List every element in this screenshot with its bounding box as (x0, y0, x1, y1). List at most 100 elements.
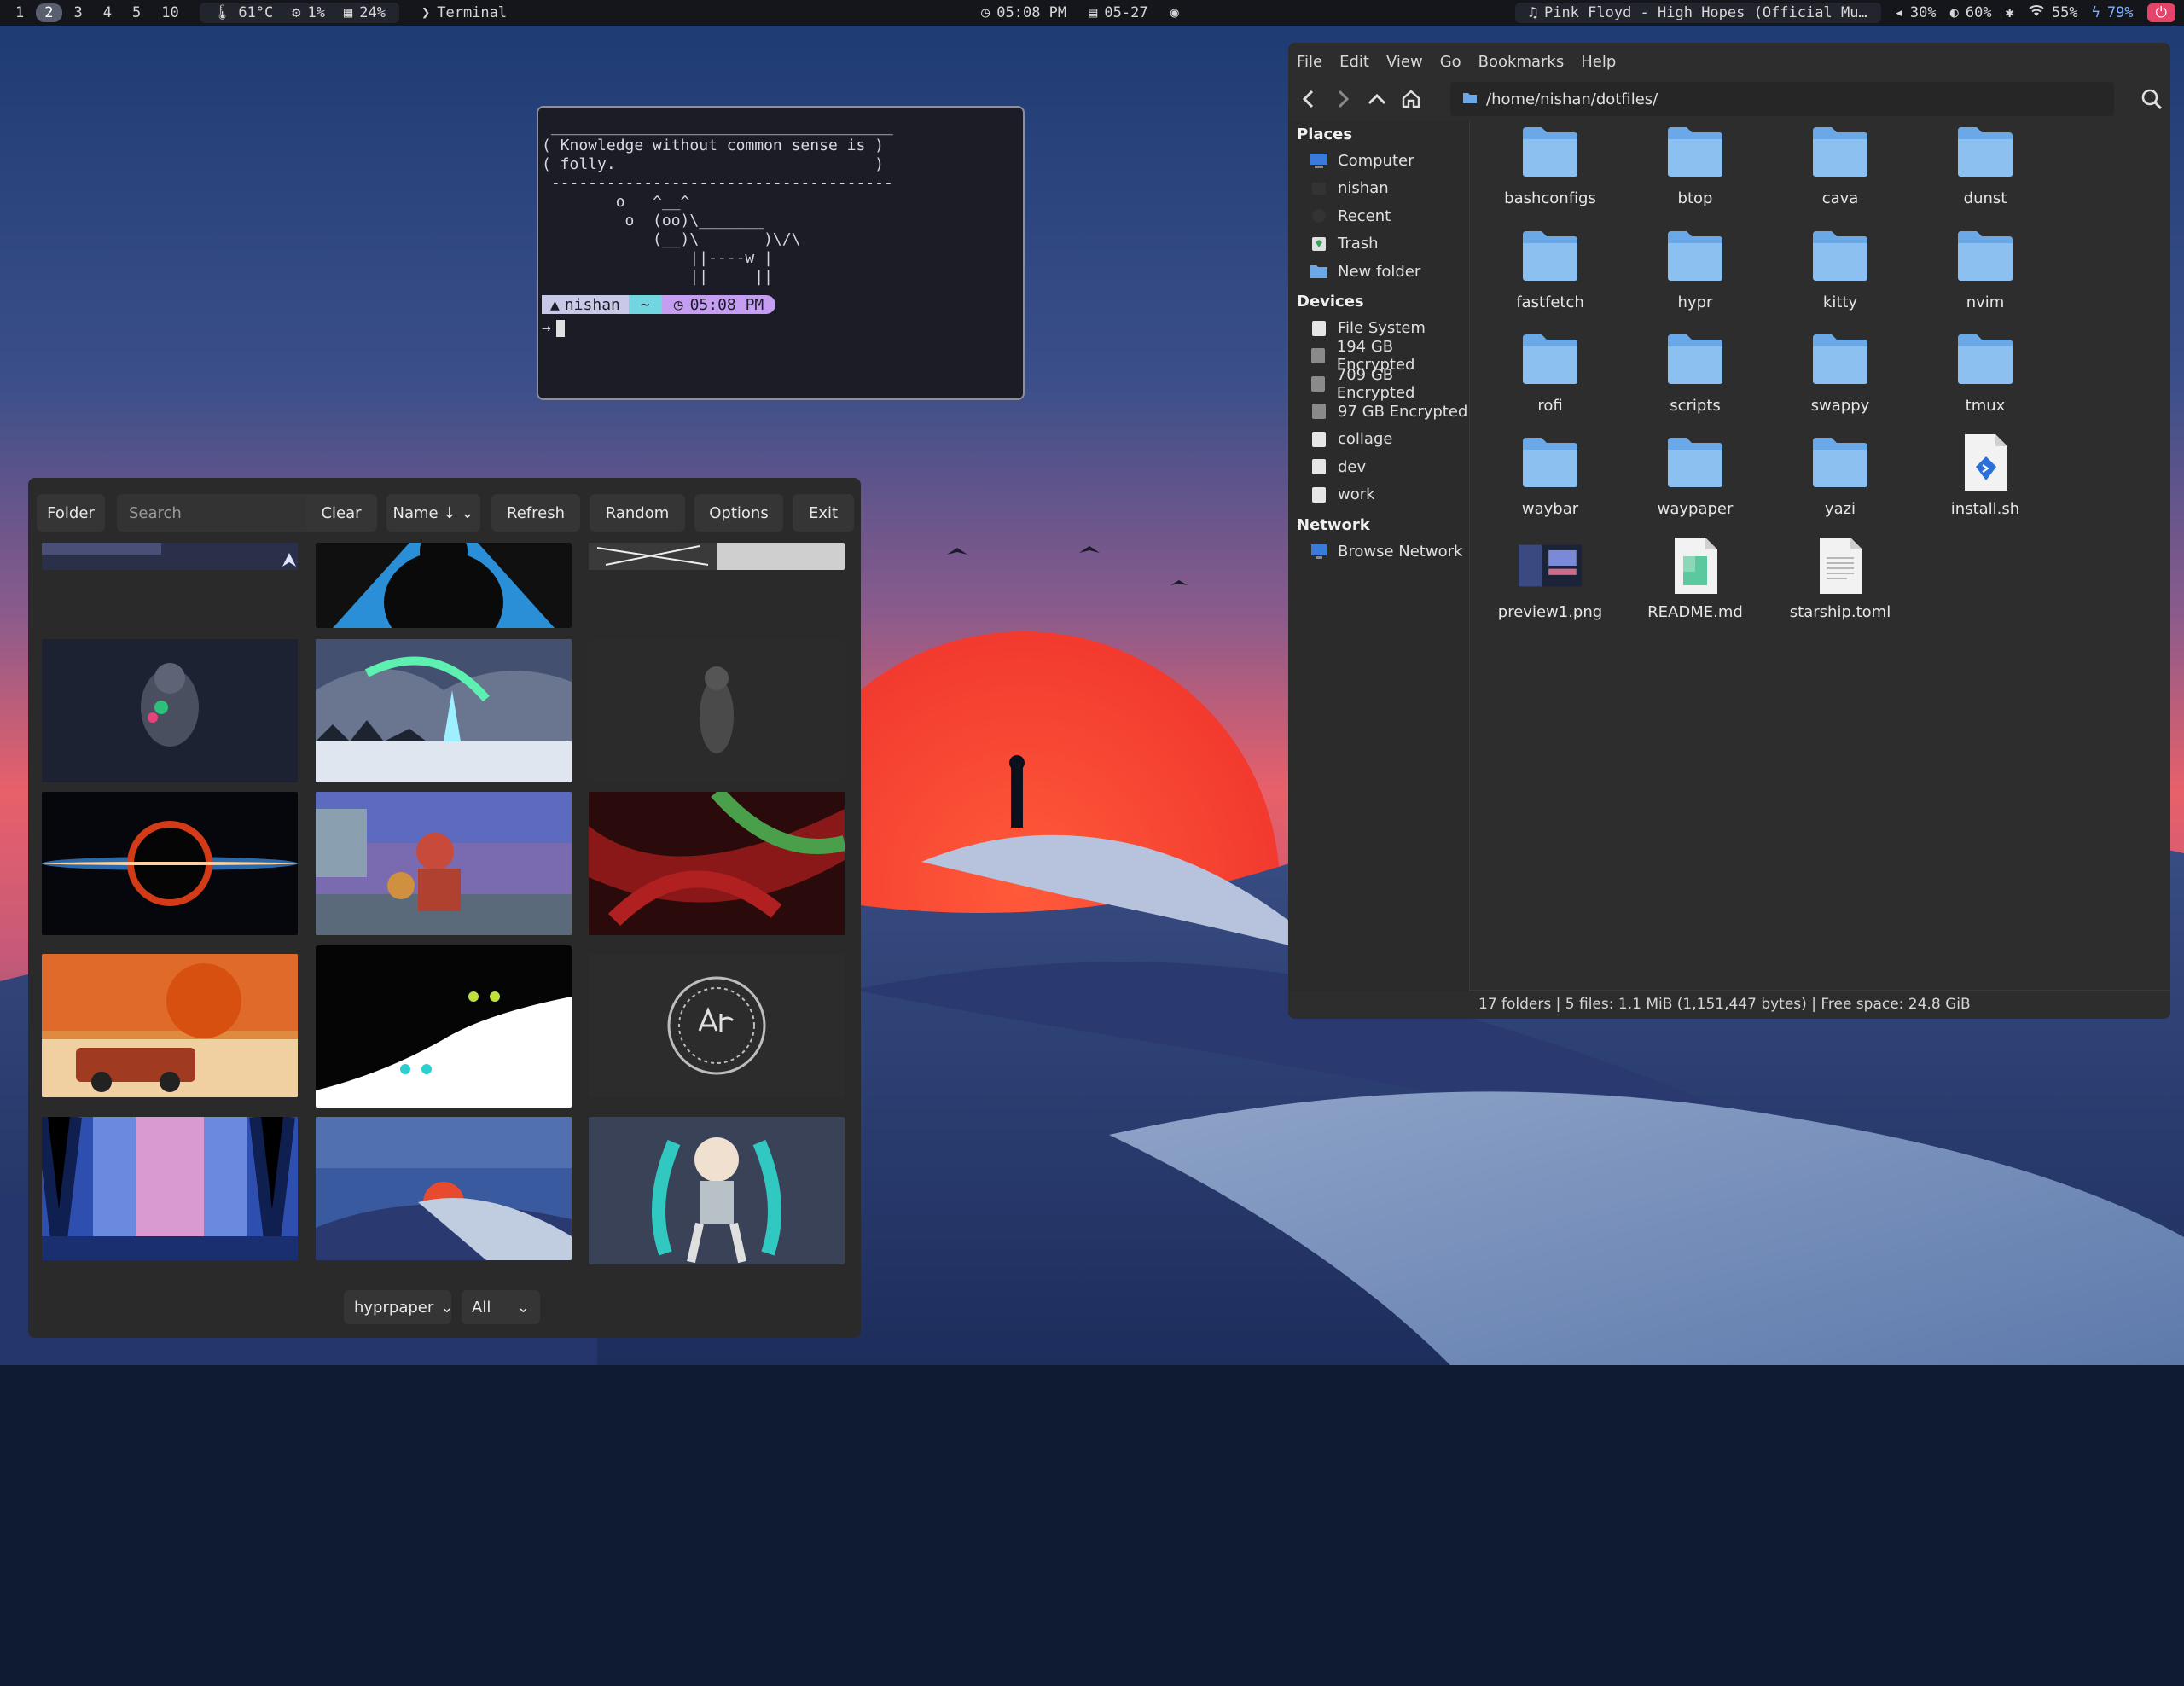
folder-item[interactable]: waybar (1478, 432, 1622, 531)
refresh-button[interactable]: Refresh (491, 494, 580, 532)
wallpaper-thumbnail[interactable] (316, 792, 572, 935)
status-area: ♫ Pink Floyd - High Hopes (Official Mu… … (1514, 3, 2175, 23)
folder-item[interactable]: swappy (1769, 328, 1912, 427)
battery-widget[interactable]: ϟ 79% (2092, 4, 2134, 21)
folder-item[interactable]: btop (1623, 121, 1767, 220)
idle-inhibitor-icon[interactable]: ◉ (1170, 4, 1179, 21)
folder-item[interactable]: cava (1769, 121, 1912, 220)
workspace-3[interactable]: 3 (66, 3, 91, 22)
sidebar-item-label: work (1338, 485, 1375, 504)
up-button[interactable] (1360, 82, 1394, 116)
cowsay-border-bottom: ------------------------------------- (542, 174, 893, 192)
sort-dropdown[interactable]: Name ↓ ⌄ (386, 494, 480, 532)
search-button[interactable] (2136, 84, 2167, 114)
forward-button[interactable] (1326, 82, 1360, 116)
sidebar-item-dev[interactable]: dev (1288, 453, 1469, 481)
sidebar-item-encrypted-709[interactable]: 709 GB Encrypted (1288, 366, 1469, 402)
wifi-icon (2028, 4, 2045, 22)
folder-item[interactable]: bashconfigs (1478, 121, 1622, 220)
folder-item[interactable]: scripts (1623, 328, 1767, 427)
sidebar-item-new-folder[interactable]: New folder (1288, 258, 1469, 286)
wallpaper-thumbnail[interactable] (42, 639, 298, 782)
sidebar-item-nishan[interactable]: nishan (1288, 175, 1469, 203)
wallpaper-thumbnail[interactable] (316, 639, 572, 782)
wallpaper-grid (28, 543, 861, 1686)
media-player[interactable]: ♫ Pink Floyd - High Hopes (Official Mu… (1514, 3, 1881, 23)
menu-view[interactable]: View (1386, 53, 1423, 71)
file-item[interactable]: README.md (1623, 535, 1767, 634)
wallpaper-thumbnail[interactable] (42, 792, 298, 935)
menu-help[interactable]: Help (1581, 53, 1616, 71)
file-name: tmux (1965, 397, 2006, 415)
wallpaper-thumbnail[interactable] (589, 1117, 845, 1264)
command-line[interactable]: → (542, 319, 1019, 337)
shell-script-icon (1953, 432, 2018, 493)
power-button[interactable]: ⏻ (2146, 3, 2175, 22)
back-button[interactable] (1292, 82, 1326, 116)
backend-select[interactable]: hyprpaper ⌄ (344, 1290, 453, 1324)
sidebar-item-recent[interactable]: Recent (1288, 202, 1469, 230)
wallpaper-thumbnail[interactable] (589, 639, 845, 782)
random-button[interactable]: Random (590, 494, 685, 532)
folder-item[interactable]: kitty (1769, 225, 1912, 324)
wallpaper-thumbnail[interactable] (42, 543, 298, 570)
menu-edit[interactable]: Edit (1339, 53, 1369, 71)
location-bar[interactable]: /home/nishan/dotfiles/ (1450, 82, 2114, 116)
workspace-4[interactable]: 4 (95, 3, 120, 22)
menu-go[interactable]: Go (1440, 53, 1461, 71)
folder-item[interactable]: rofi (1478, 328, 1622, 427)
file-name: dunst (1963, 189, 2007, 207)
workspace-10[interactable]: 10 (153, 3, 187, 22)
sidebar-item-trash[interactable]: Trash (1288, 230, 1469, 259)
workspace-1[interactable]: 1 (7, 3, 32, 22)
folder-button[interactable]: Folder (37, 494, 105, 532)
menu-file[interactable]: File (1297, 53, 1322, 71)
home-button[interactable] (1394, 82, 1428, 116)
folder-item[interactable]: yazi (1769, 432, 1912, 531)
clock-widget[interactable]: ◷ 05:08 PM ▤ 05-27 ◉ (981, 4, 1179, 21)
wallpaper-thumbnail[interactable] (42, 954, 298, 1097)
wallpaper-thumbnail[interactable] (589, 543, 845, 570)
sidebar-item-computer[interactable]: Computer (1288, 147, 1469, 175)
volume-widget[interactable]: ◂ 30% (1895, 4, 1937, 21)
prompt-dir: ~ (640, 295, 650, 314)
memory-value: 24% (359, 4, 386, 21)
wallpaper-thumbnail[interactable] (589, 954, 845, 1097)
file-item[interactable]: starship.toml (1769, 535, 1912, 634)
sidebar-item-label: Computer (1338, 151, 1414, 170)
folder-item[interactable]: hypr (1623, 225, 1767, 324)
filter-select[interactable]: All ⌄ (462, 1290, 540, 1324)
sidebar-item-browse-network[interactable]: Browse Network (1288, 538, 1469, 566)
exit-button[interactable]: Exit (793, 494, 854, 532)
folder-item[interactable]: dunst (1914, 121, 2057, 220)
file-item[interactable]: preview1.png (1478, 535, 1622, 634)
folder-item[interactable]: tmux (1914, 328, 2057, 427)
terminal-window[interactable]: _____________________________________ ( … (537, 106, 1025, 400)
calendar-icon: ▤ (1089, 4, 1098, 21)
sidebar-item-encrypted-97[interactable]: 97 GB Encrypted (1288, 398, 1469, 426)
wallpaper-thumbnail[interactable] (42, 1117, 298, 1260)
wallpaper-thumbnail[interactable] (316, 945, 572, 1108)
temperature-widget: 🌡 61°C (213, 4, 274, 21)
folder-item[interactable]: waypaper (1623, 432, 1767, 531)
wallpaper-thumbnail[interactable] (316, 543, 572, 628)
options-button[interactable]: Options (694, 494, 783, 532)
file-item[interactable]: install.sh (1914, 432, 2057, 531)
folder-icon (1808, 225, 1873, 287)
menu-bookmarks[interactable]: Bookmarks (1478, 53, 1565, 71)
workspace-5[interactable]: 5 (124, 3, 149, 22)
wallpaper-thumbnail[interactable] (589, 792, 845, 935)
workspace-2[interactable]: 2 (36, 3, 62, 22)
sidebar-item-collage[interactable]: collage (1288, 426, 1469, 454)
clear-button[interactable]: Clear (305, 494, 377, 532)
folder-item[interactable]: nvim (1914, 225, 2057, 324)
brightness-widget[interactable]: ◐ 60% (1950, 4, 1992, 21)
folder-item[interactable]: fastfetch (1478, 225, 1622, 324)
arch-logo-icon: ▲ (550, 295, 560, 314)
wallpaper-thumbnail[interactable] (316, 1117, 572, 1260)
wifi-widget[interactable]: 55% (2028, 4, 2078, 22)
sidebar-item-label: 97 GB Encrypted (1338, 402, 1468, 421)
sidebar-item-work[interactable]: work (1288, 481, 1469, 509)
search-input[interactable]: Search (117, 494, 322, 532)
bluetooth-icon[interactable]: ✱ (2006, 4, 2014, 21)
